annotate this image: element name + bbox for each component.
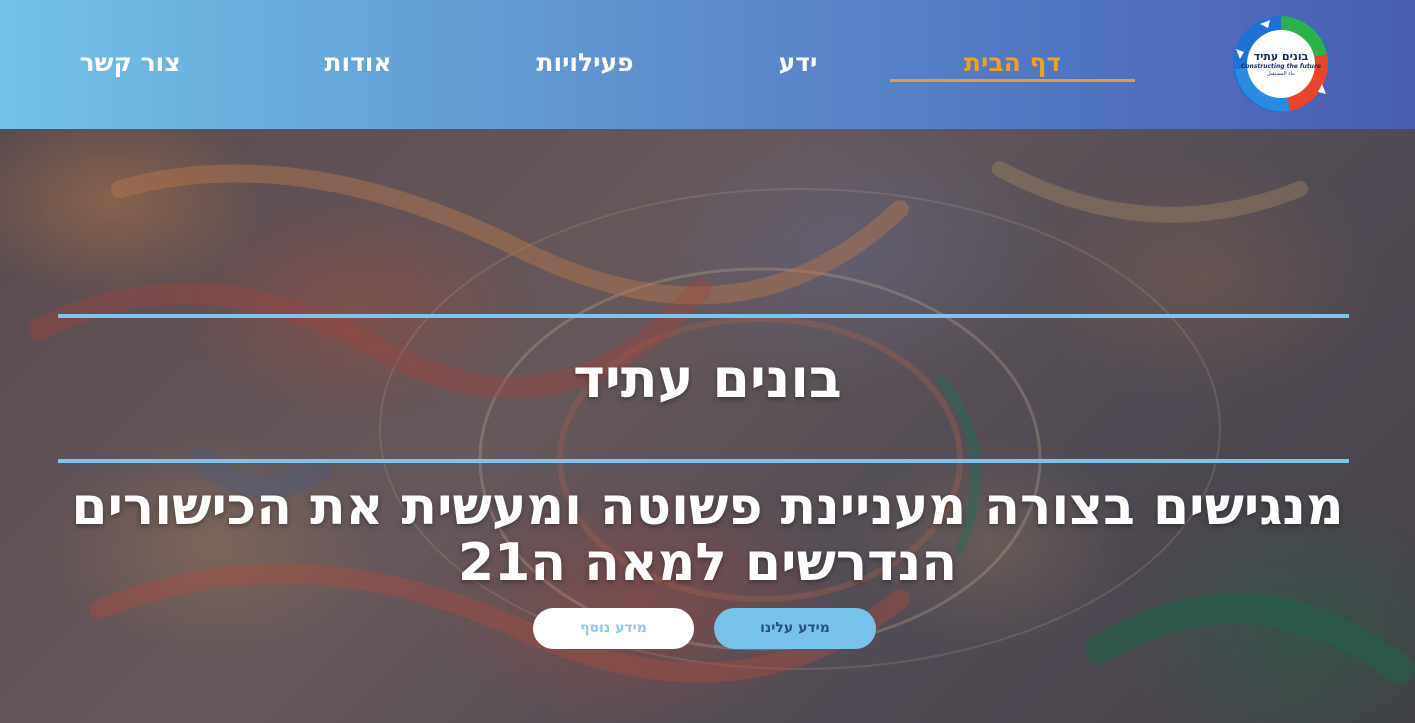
nav-item-activities[interactable]: פעילויות (525, 44, 645, 84)
hero-title: בונים עתיד (573, 347, 842, 410)
divider-line-bottom (58, 459, 1349, 463)
hero-overlay (0, 129, 1415, 723)
logo-circle-icon (1233, 16, 1329, 112)
nav-item-home[interactable]: דף הבית (890, 44, 1135, 84)
nav-item-about[interactable]: אודות (300, 44, 416, 84)
about-us-button[interactable]: מידע עלינו (714, 608, 876, 649)
divider-line-top (58, 314, 1349, 318)
more-info-button[interactable]: מידע נוסף (533, 608, 694, 649)
nav-item-knowledge[interactable]: ידע (748, 44, 848, 84)
nav-item-contact[interactable]: צור קשר (60, 44, 200, 84)
site-header: בונים עתיד Constructing the future بناء … (0, 0, 1415, 129)
site-logo[interactable]: בונים עתיד Constructing the future بناء … (1230, 14, 1332, 114)
hero-subtitle: מנגישים בצורה מעניינת פשוטה ומעשית את הכ… (71, 477, 1344, 593)
hero-section: בונים עתיד מנגישים בצורה מעניינת פשוטה ו… (0, 129, 1415, 723)
